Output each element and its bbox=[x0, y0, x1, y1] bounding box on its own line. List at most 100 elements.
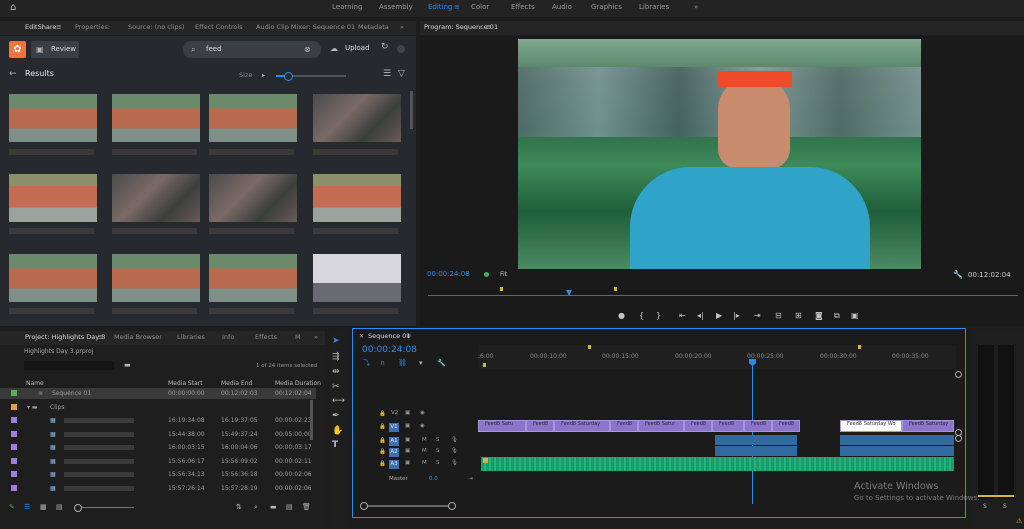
track-lock-icon[interactable]: 🔒 bbox=[379, 411, 386, 417]
workspace-color[interactable]: Color bbox=[471, 3, 489, 11]
track-lock-icon[interactable]: 🔒 bbox=[379, 461, 386, 467]
track-sync-icon[interactable]: ▣ bbox=[405, 448, 410, 454]
track-select-tool-icon[interactable]: ⇶ bbox=[332, 353, 340, 362]
project-row[interactable]: ▾ ▬ Clips bbox=[0, 402, 316, 413]
track-sync-icon[interactable]: ▣ bbox=[405, 437, 410, 443]
video-clip[interactable]: Feed8 Satu bbox=[478, 420, 526, 432]
sequence-close-icon[interactable]: ✕ bbox=[359, 333, 364, 340]
new-bin-icon[interactable]: ▬ bbox=[124, 361, 131, 370]
track-voiceover-icon[interactable]: 🎙 bbox=[451, 460, 458, 466]
track-toggle-output-icon[interactable]: ▣ bbox=[405, 423, 410, 429]
project-row[interactable]: ▦ 15:56:34:13 15:56:36:18 00:00:02:06 bbox=[0, 469, 316, 480]
go-to-out-icon[interactable]: ⇥ bbox=[754, 311, 761, 320]
step-forward-icon[interactable]: |▸ bbox=[733, 311, 740, 320]
program-tab-menu-icon[interactable]: ≡ bbox=[486, 23, 491, 31]
sort-icons-icon[interactable]: ⇅ bbox=[236, 503, 242, 512]
label-color-swatch[interactable] bbox=[11, 457, 17, 464]
track-solo-button[interactable]: S bbox=[436, 460, 440, 466]
program-timecode[interactable]: 00:00:24:08 bbox=[427, 270, 470, 278]
more-workspaces-icon[interactable]: » bbox=[694, 3, 698, 11]
timeline-vscroll-top[interactable] bbox=[955, 435, 962, 442]
zoom-slider[interactable] bbox=[74, 504, 134, 512]
mark-out-icon[interactable]: } bbox=[656, 311, 661, 320]
pen-tool-icon[interactable]: ✒ bbox=[332, 412, 340, 421]
label-color-swatch[interactable] bbox=[11, 484, 17, 491]
result-thumbnail[interactable] bbox=[313, 94, 401, 142]
new-item-icon[interactable]: ▤ bbox=[286, 503, 293, 512]
audio-clip-a2[interactable] bbox=[840, 446, 954, 456]
audio-clip-a1[interactable] bbox=[840, 435, 954, 445]
label-color-swatch[interactable] bbox=[11, 430, 17, 437]
size-slider-handle[interactable] bbox=[284, 72, 293, 81]
hand-tool-icon[interactable]: ✋ bbox=[332, 427, 343, 436]
track-solo-button[interactable]: S bbox=[436, 437, 440, 443]
project-row[interactable]: ▦ 15:56:06:17 15:56:09:02 00:00:02:11 bbox=[0, 456, 316, 467]
workspace-effects[interactable]: Effects bbox=[511, 3, 535, 11]
settings-dot[interactable] bbox=[397, 45, 405, 53]
track-solo-button[interactable]: S bbox=[436, 448, 440, 454]
overwrite-icon[interactable]: ▣ bbox=[851, 311, 859, 320]
timeline-ruler[interactable]: :6:00 00:00:10:00 00:00:15:00 00:00:20:0… bbox=[478, 345, 956, 369]
track-lock-icon[interactable]: 🔒 bbox=[379, 449, 386, 455]
more-project-tabs-icon[interactable]: » bbox=[314, 333, 318, 341]
step-back-icon[interactable]: ◂| bbox=[697, 311, 704, 320]
result-thumbnail[interactable] bbox=[9, 174, 97, 222]
tab-effect-controls[interactable]: Effect Controls bbox=[195, 23, 243, 31]
insert-icon[interactable]: ⧉ bbox=[834, 311, 840, 321]
tab-editshare[interactable]: EditShare bbox=[25, 23, 56, 31]
size-slider[interactable] bbox=[276, 72, 346, 81]
master-end-icon[interactable]: ⇥ bbox=[468, 476, 473, 482]
video-clip[interactable]: Feed8 bbox=[744, 420, 772, 432]
tab-effects[interactable]: Effects bbox=[255, 333, 277, 341]
project-search-field[interactable] bbox=[24, 361, 114, 370]
project-scrollbar[interactable] bbox=[310, 400, 313, 440]
result-thumbnail[interactable] bbox=[313, 174, 401, 222]
sequence-menu-icon[interactable]: ≡ bbox=[406, 332, 411, 339]
add-marker-timeline-icon[interactable]: ▾ bbox=[419, 359, 423, 368]
lift-icon[interactable]: ⊟ bbox=[775, 311, 782, 320]
master-value[interactable]: 0.0 bbox=[429, 476, 438, 482]
workspace-menu-icon[interactable]: ≡ bbox=[454, 3, 460, 11]
workspace-audio[interactable]: Audio bbox=[552, 3, 572, 11]
project-row[interactable]: ▦ 16:00:03:15 16:00:04:06 00:00:03:17 bbox=[0, 442, 316, 453]
track-lock-icon[interactable]: 🔒 bbox=[379, 424, 386, 430]
track-label-a1[interactable]: A1 bbox=[389, 437, 399, 446]
play-button[interactable]: ▶ bbox=[716, 311, 722, 320]
timeline-hscroll[interactable] bbox=[360, 502, 456, 510]
audio-keyframe[interactable] bbox=[483, 458, 488, 463]
label-color-swatch[interactable] bbox=[11, 390, 17, 396]
home-icon[interactable]: ⌂ bbox=[10, 3, 16, 13]
track-label-v2[interactable]: V2 bbox=[391, 410, 398, 416]
result-thumbnail[interactable] bbox=[313, 254, 401, 302]
export-frame-icon[interactable]: ◙ bbox=[815, 311, 823, 320]
label-color-swatch[interactable] bbox=[11, 403, 17, 410]
fit-dropdown[interactable]: Fit bbox=[500, 271, 507, 278]
more-tabs-icon[interactable]: » bbox=[400, 23, 404, 31]
project-row[interactable]: ▦ 16:19:34:08 16:19:37:05 00:00:02:23 bbox=[0, 415, 316, 426]
go-to-in-icon[interactable]: ⇤ bbox=[679, 311, 686, 320]
track-toggle-output-icon[interactable]: ▣ bbox=[405, 410, 410, 416]
workspace-libraries[interactable]: Libraries bbox=[639, 3, 669, 11]
sort-icon[interactable]: ☰ bbox=[383, 70, 391, 79]
ripple-edit-tool-icon[interactable]: ⇹ bbox=[332, 368, 340, 377]
tab-project[interactable]: Project: Highlights Day 3 bbox=[25, 333, 105, 341]
zoom-slider-handle[interactable] bbox=[74, 504, 82, 512]
track-voiceover-icon[interactable]: 🎙 bbox=[451, 437, 458, 443]
find-icon[interactable]: ⌕ bbox=[254, 503, 258, 512]
wrench-icon[interactable]: 🔧 bbox=[953, 270, 963, 279]
new-folder-icon[interactable]: ▬ bbox=[270, 503, 277, 512]
video-clip[interactable]: Feed8 bbox=[772, 420, 800, 432]
video-clip[interactable]: Feed8 Saturday bbox=[554, 420, 610, 432]
workspace-learning[interactable]: Learning bbox=[332, 3, 362, 11]
label-color-swatch[interactable] bbox=[11, 444, 17, 450]
audio-clip-a2[interactable] bbox=[715, 446, 797, 456]
result-thumbnail[interactable] bbox=[9, 94, 97, 142]
filter-icon[interactable]: ▽ bbox=[398, 70, 405, 79]
tab-info[interactable]: Info bbox=[222, 333, 234, 341]
pencil-icon[interactable]: ✎ bbox=[9, 503, 15, 512]
linked-selection-icon[interactable]: ⛓ bbox=[398, 359, 407, 368]
tab-audio-clip-mixer[interactable]: Audio Clip Mixer: Sequence 01 bbox=[256, 23, 355, 31]
video-clip[interactable]: Feed8 bbox=[610, 420, 638, 432]
project-row[interactable]: ≋ Sequence 01 00:00:00:00 00:12:02:03 00:12:… bbox=[0, 388, 316, 399]
tab-source[interactable]: Source: (no clips) bbox=[128, 23, 185, 31]
